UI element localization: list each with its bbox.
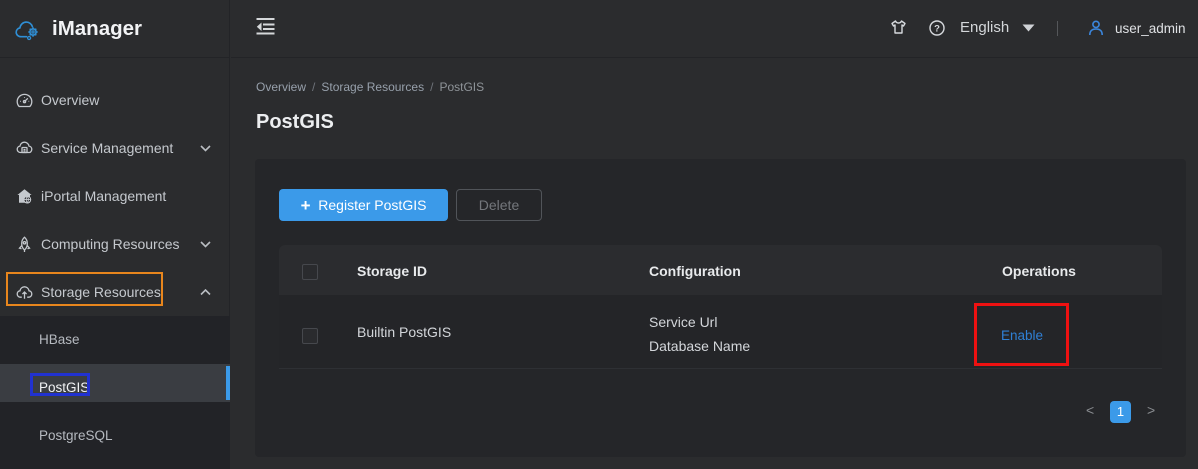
- svg-text:?: ?: [934, 24, 940, 35]
